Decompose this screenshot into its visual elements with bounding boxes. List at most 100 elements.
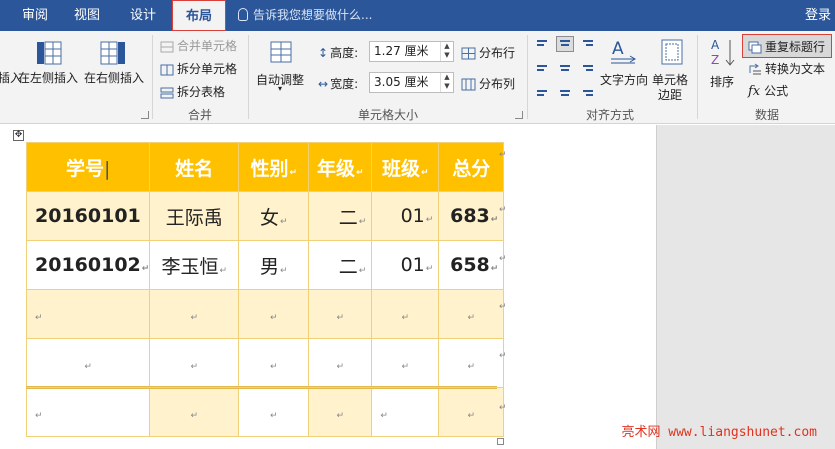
table-move-handle-icon[interactable]: ✥ <box>13 130 24 141</box>
table-cell[interactable]: 男↵ <box>238 240 310 290</box>
tab-design[interactable]: 设计 <box>118 0 168 31</box>
table-cell[interactable]: 683 ↵ <box>438 191 505 241</box>
table-row: 20160102↵ 李玉恒↵ 男↵ 二↵ 01↵ 658 ↵ <box>25 240 505 290</box>
table-cell[interactable]: 女↵ <box>238 191 310 241</box>
table-cell[interactable]: ↵ <box>438 387 505 437</box>
height-spinner[interactable]: ▲ ▼ <box>440 42 453 61</box>
table-cell[interactable]: ↵ <box>238 338 310 388</box>
table-cell[interactable]: ↵ <box>308 387 373 437</box>
formula-button[interactable]: fx 公式 <box>748 82 788 99</box>
table-cell[interactable]: 二↵ <box>308 240 373 290</box>
table-cell[interactable]: ↵ <box>371 338 440 388</box>
login-button[interactable]: 登录 <box>805 0 831 31</box>
table-cell[interactable]: ↵ <box>25 338 151 388</box>
align-bottom-left-icon[interactable] <box>533 82 551 98</box>
sort-button[interactable]: A Z 排序 <box>706 35 740 91</box>
autofit-button[interactable]: 自动调整 ▾ <box>254 37 310 99</box>
merge-cells-label: 合并单元格 <box>177 39 238 53</box>
table-header-row: 学号| 姓名 性别↵ 年级↵ 班级↵ 总分 <box>25 142 505 192</box>
split-cells-button[interactable]: 拆分单元格 <box>160 60 237 77</box>
insert-right-icon <box>100 41 125 65</box>
merge-cells-button[interactable]: 合并单元格 <box>160 37 237 54</box>
header-cell-total[interactable]: 总分 <box>438 142 505 192</box>
merge-group-label: 合并 <box>187 108 212 122</box>
student-table: 学号| 姓名 性别↵ 年级↵ 班级↵ 总分 20160101 王际禹 女↵ 二↵… <box>25 142 505 437</box>
table-cell[interactable]: ↵ <box>238 289 310 339</box>
align-bottom-center-icon[interactable] <box>556 82 574 98</box>
split-table-button[interactable]: 拆分表格 <box>160 83 225 100</box>
header-cell-gender[interactable]: 性别↵ <box>238 142 310 192</box>
cell-text: 658 <box>450 254 490 276</box>
table-cell[interactable]: ↵ <box>371 387 440 437</box>
distribute-cols-button[interactable]: 分布列 <box>461 75 515 92</box>
align-middle-left-icon[interactable] <box>533 59 551 75</box>
width-spinner[interactable]: ▲ ▼ <box>440 73 453 92</box>
repeat-header-rows-button[interactable]: 重复标题行 <box>748 38 825 55</box>
align-middle-center-icon[interactable] <box>556 59 574 75</box>
table-cell[interactable]: 20160101 <box>25 191 151 241</box>
cell-text: 二 <box>338 255 358 278</box>
row-end-mark: ↵ <box>499 302 507 312</box>
convert-to-text-label: 转换为文本 <box>765 62 826 76</box>
header-cell-student-id[interactable]: 学号| <box>25 142 151 192</box>
table-cell[interactable]: 20160102↵ <box>25 240 151 290</box>
table-cell[interactable]: ↵ <box>25 387 151 437</box>
table-cell[interactable]: 王际禹 <box>149 191 240 241</box>
tab-view[interactable]: 视图 <box>64 0 110 31</box>
insert-left-button[interactable]: 在左侧插入 <box>18 37 79 89</box>
header-cell-class[interactable]: 班级↵ <box>371 142 440 192</box>
table-cell[interactable]: ↵ <box>308 289 373 339</box>
table-resize-handle-icon[interactable] <box>497 438 504 445</box>
rows-cols-launcher-icon[interactable] <box>141 111 149 119</box>
row-end-mark: ↵ <box>499 150 507 160</box>
header-text: 总分 <box>452 157 491 180</box>
insert-left-label: 在左侧插入 <box>18 71 79 85</box>
cell-margins-button[interactable]: 单元格 边距 <box>652 35 692 103</box>
table-cell[interactable]: ↵ <box>149 289 240 339</box>
text-direction-button[interactable]: A 文字方向 <box>598 35 650 91</box>
table-cell[interactable]: ↵ <box>308 338 373 388</box>
tab-review[interactable]: 审阅 <box>12 0 58 31</box>
header-cell-grade[interactable]: 年级↵ <box>308 142 373 192</box>
table-cell[interactable]: ↵ <box>149 338 240 388</box>
table-cell[interactable]: 李玉恒↵ <box>149 240 240 290</box>
row-end-mark: ↵ <box>499 205 507 215</box>
table-cell[interactable]: ↵ <box>25 289 151 339</box>
cell-text: 20160101 <box>35 205 141 227</box>
table-row: ↵ ↵ ↵ ↵ ↵ ↵ <box>25 338 505 388</box>
table-cell[interactable]: ↵ <box>371 289 440 339</box>
table-cell[interactable]: ↵ <box>238 387 310 437</box>
separator <box>697 35 698 119</box>
tell-me-search[interactable]: 告诉我您想要做什么... <box>238 0 372 31</box>
insert-right-label: 在右侧插入 <box>84 71 145 85</box>
distribute-rows-label: 分布行 <box>479 46 516 60</box>
table-cell[interactable]: 01↵ <box>371 240 440 290</box>
table-cell[interactable]: 658 ↵ <box>438 240 505 290</box>
align-middle-right-icon[interactable] <box>579 59 597 75</box>
table-cell[interactable]: 01↵ <box>371 191 440 241</box>
height-input[interactable]: 1.27 厘米 ▲ ▼ <box>369 41 454 62</box>
formula-icon: fx <box>748 84 761 99</box>
distribute-rows-button[interactable]: 分布行 <box>461 44 515 61</box>
repeat-header-icon <box>748 41 762 54</box>
cell-text: 01 <box>400 254 425 276</box>
ribbon-tab-bar: 审阅 视图 设计 布局 告诉我您想要做什么... 登录 <box>0 0 835 31</box>
table-cell[interactable]: ↵ <box>149 387 240 437</box>
table-cell[interactable]: ↵ <box>438 338 505 388</box>
width-label: ↔ 宽度: <box>318 75 358 92</box>
table-cell[interactable]: ↵ <box>438 289 505 339</box>
convert-to-text-button[interactable]: 转换为文本 <box>748 60 825 77</box>
tab-layout[interactable]: 布局 <box>172 0 226 31</box>
align-top-right-icon[interactable] <box>579 36 597 52</box>
width-input[interactable]: 3.05 厘米 ▲ ▼ <box>369 72 454 93</box>
cell-text: 二 <box>338 206 358 229</box>
align-top-left-icon[interactable] <box>533 36 551 52</box>
cell-text: 王际禹 <box>165 206 223 229</box>
align-top-center-icon[interactable] <box>556 36 574 52</box>
insert-left-icon <box>37 41 62 65</box>
header-cell-name[interactable]: 姓名 <box>149 142 240 192</box>
align-bottom-right-icon[interactable] <box>579 82 597 98</box>
cell-size-launcher-icon[interactable] <box>515 111 523 119</box>
table-cell[interactable]: 二↵ <box>308 191 373 241</box>
insert-right-button[interactable]: 在右侧插入 <box>84 37 146 89</box>
